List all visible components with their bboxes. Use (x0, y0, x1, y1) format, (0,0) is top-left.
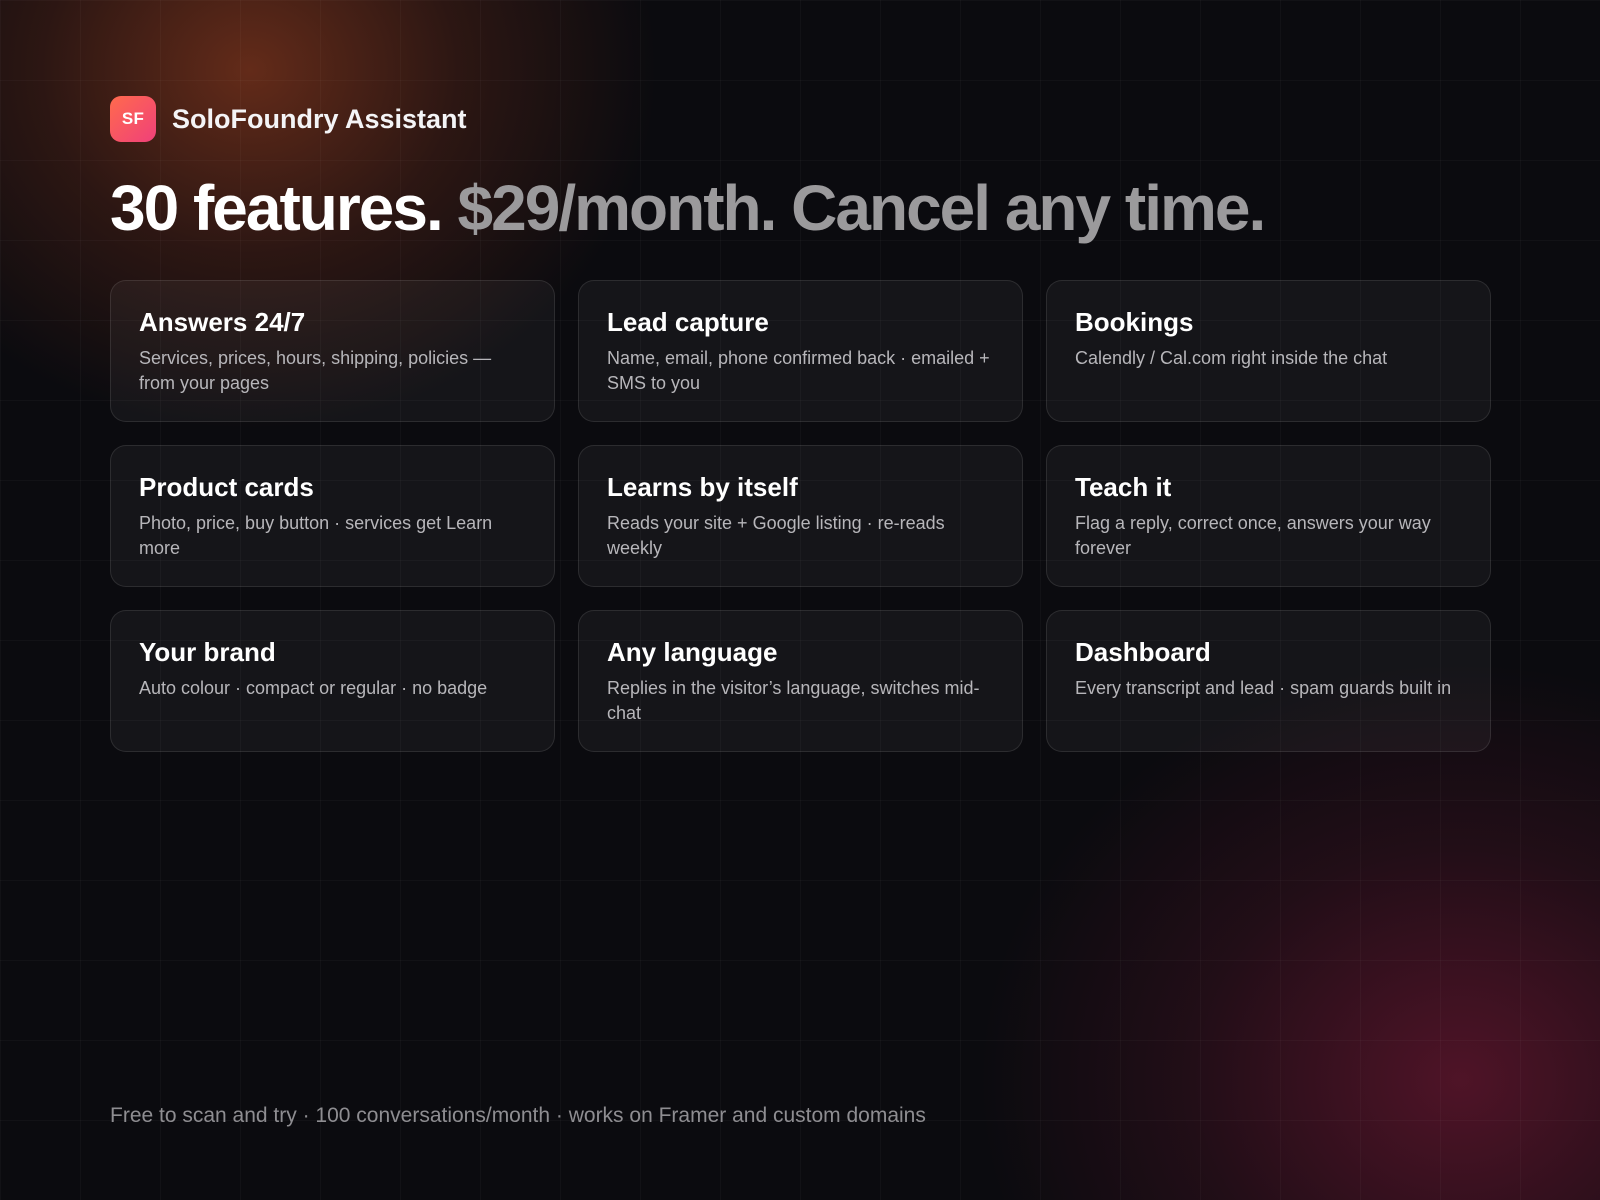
feature-card-description: Replies in the visitor’s language, switc… (607, 677, 980, 723)
feature-card-teach: Teach it Flag a reply, correct once, ans… (1046, 444, 1491, 587)
feature-card-description: Flag a reply, correct once, answers your… (1075, 512, 1431, 558)
feature-card-title: Learns by itself (607, 471, 798, 502)
feature-card-learns: Learns by itself Reads your site + Googl… (578, 444, 1023, 587)
feature-card-title: Your brand (139, 636, 276, 667)
feature-card-dashboard: Dashboard Every transcript and lead · sp… (1046, 609, 1491, 752)
feature-card-description: Name, email, phone confirmed back · emai… (607, 347, 990, 393)
brand-header: SF SoloFoundry Assistant (110, 96, 1490, 142)
feature-card-description: Services, prices, hours, shipping, polic… (139, 347, 492, 393)
feature-card-title: Any language (607, 636, 778, 667)
headline: 30 features. $29/month. Cancel any time. (110, 172, 1490, 246)
footer-note: Free to scan and try · 100 conversations… (110, 1104, 926, 1127)
brand-name: SoloFoundry Assistant (172, 103, 467, 134)
headline-strong: 30 features. (110, 172, 444, 244)
feature-card-answers: Answers 24/7 Services, prices, hours, sh… (110, 279, 555, 422)
feature-grid: Answers 24/7 Services, prices, hours, sh… (110, 279, 1491, 752)
brand-logo: SF (110, 96, 156, 142)
feature-card-title: Dashboard (1075, 636, 1211, 667)
feature-card-description: Reads your site + Google listing · re-re… (607, 512, 945, 558)
feature-card-language: Any language Replies in the visitor’s la… (578, 609, 1023, 752)
feature-card-brand: Your brand Auto colour · compact or regu… (110, 609, 555, 752)
feature-card-description: Auto colour · compact or regular · no ba… (139, 677, 488, 698)
feature-card-lead-capture: Lead capture Name, email, phone confirme… (578, 279, 1023, 422)
feature-card-title: Bookings (1075, 306, 1194, 337)
feature-card-title: Lead capture (607, 306, 769, 337)
feature-card-description: Photo, price, buy button · services get … (139, 512, 493, 558)
feature-card-title: Teach it (1075, 471, 1172, 502)
feature-card-product-cards: Product cards Photo, price, buy button ·… (110, 444, 555, 587)
headline-pricing: $29/month. Cancel any time. (457, 172, 1267, 244)
feature-card-description: Calendly / Cal.com right inside the chat (1075, 347, 1388, 368)
feature-card-bookings: Bookings Calendly / Cal.com right inside… (1046, 279, 1491, 422)
feature-card-title: Answers 24/7 (139, 306, 306, 337)
feature-card-description: Every transcript and lead · spam guards … (1075, 677, 1452, 698)
main-content: SF SoloFoundry Assistant 30 features. $2… (110, 96, 1491, 752)
feature-card-title: Product cards (139, 471, 314, 502)
